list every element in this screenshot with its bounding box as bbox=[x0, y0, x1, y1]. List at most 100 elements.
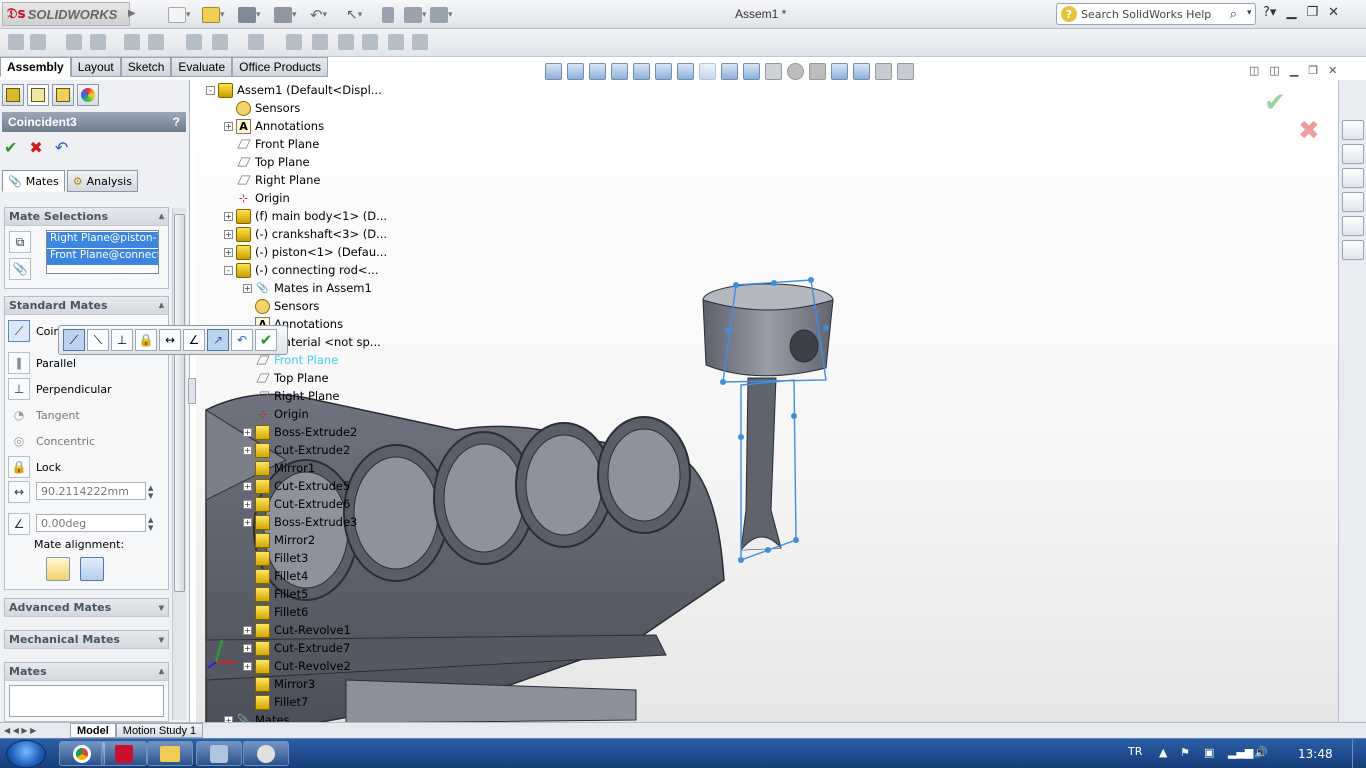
hide-show-items-icon[interactable] bbox=[765, 63, 782, 80]
show-desktop-button[interactable] bbox=[1352, 739, 1366, 768]
split-left-icon[interactable]: ◫ bbox=[1249, 64, 1259, 77]
back-view-icon[interactable] bbox=[589, 63, 606, 80]
isometric-view-icon[interactable] bbox=[699, 63, 716, 80]
bill-of-materials-icon[interactable] bbox=[312, 34, 328, 50]
tree-item[interactable]: + (-) crankshaft<3> (D... bbox=[206, 225, 406, 243]
mate-lock[interactable]: 🔒 Lock bbox=[8, 456, 61, 478]
tree-item[interactable]: + Cut-Extrude7 bbox=[206, 639, 406, 657]
tree-item[interactable]: + Cut-Extrude2 bbox=[206, 441, 406, 459]
tree-item[interactable]: + Cut-Extrude5 bbox=[206, 477, 406, 495]
mate-parallel[interactable]: ∥ Parallel bbox=[8, 352, 76, 374]
angle-icon[interactable]: ∠ bbox=[8, 513, 30, 535]
exploded-view-icon[interactable] bbox=[338, 34, 354, 50]
interference-detection-icon[interactable] bbox=[388, 34, 404, 50]
save-icon[interactable]: ▾ bbox=[238, 6, 261, 24]
angle-icon[interactable]: ∠ bbox=[183, 329, 205, 351]
solidworks-menu-button[interactable]: 𝔇ꜱ SOLIDWORKS bbox=[2, 2, 130, 26]
section-view-icon[interactable] bbox=[853, 63, 870, 80]
restore-icon[interactable]: ❐ bbox=[1306, 5, 1318, 20]
select-arrow-icon[interactable]: ↖ ▾ bbox=[346, 6, 362, 24]
smart-fasteners-icon[interactable] bbox=[124, 34, 140, 50]
tree-item[interactable]: + 📎 Mates in Assem1 bbox=[206, 279, 406, 297]
distance-spinner-icon[interactable]: ▲ ▼ bbox=[148, 484, 153, 500]
tree-item[interactable]: + Boss-Extrude2 bbox=[206, 423, 406, 441]
tree-item[interactable]: + Cut-Revolve2 bbox=[206, 657, 406, 675]
tile-views-icon[interactable] bbox=[875, 63, 892, 80]
tree-item[interactable]: Mirror3 bbox=[206, 675, 406, 693]
tab-mates[interactable]: 📎 Mates bbox=[2, 170, 65, 192]
feature-manager-tab-icon[interactable] bbox=[2, 84, 24, 106]
file-properties-icon[interactable]: ▾ bbox=[404, 6, 427, 24]
previous-view-icon[interactable] bbox=[897, 63, 914, 80]
solidworks-resources-icon[interactable] bbox=[1342, 120, 1364, 140]
left-view-icon[interactable] bbox=[611, 63, 628, 80]
tree-item[interactable]: Mirror1 bbox=[206, 459, 406, 477]
undo-icon[interactable]: ↶ bbox=[231, 329, 253, 351]
tree-item[interactable]: Fillet4 bbox=[206, 567, 406, 585]
confirm-ok-icon[interactable]: ✔ bbox=[1264, 88, 1286, 118]
cancel-x-icon[interactable]: ✖ bbox=[29, 138, 42, 157]
tree-item[interactable]: Fillet5 bbox=[206, 585, 406, 603]
tree-item[interactable]: + Cut-Extrude6 bbox=[206, 495, 406, 513]
tree-item[interactable]: Right Plane bbox=[206, 171, 406, 189]
search-help-field[interactable]: ? Search SolidWorks Help ⌕ bbox=[1056, 3, 1256, 25]
tab-office-products[interactable]: Office Products bbox=[232, 57, 328, 77]
expand-icon[interactable]: + bbox=[243, 445, 252, 455]
volume-icon[interactable]: 🔊 bbox=[1254, 746, 1268, 759]
tree-item[interactable]: + Cut-Revolve1 bbox=[206, 621, 406, 639]
collapse-icon[interactable]: - bbox=[224, 265, 233, 275]
explorer-taskbar-icon[interactable] bbox=[147, 741, 193, 766]
tree-item[interactable]: Top Plane bbox=[206, 369, 406, 387]
expand-icon[interactable]: ⩔ bbox=[159, 603, 164, 613]
tab-analysis[interactable]: ⚙ Analysis bbox=[66, 170, 138, 192]
display-style-icon[interactable] bbox=[743, 63, 760, 80]
mates-header[interactable]: Mates ⩓ bbox=[5, 663, 168, 681]
tree-item[interactable]: + (-) piston<1> (Defau... bbox=[206, 243, 406, 261]
options-icon[interactable]: ▾ bbox=[430, 6, 453, 24]
chrome-taskbar-icon[interactable] bbox=[59, 741, 105, 766]
custom-properties-icon[interactable] bbox=[1342, 240, 1364, 260]
selection-item[interactable]: Right Plane@piston-1@ bbox=[47, 232, 158, 248]
search-icon[interactable]: ⌕ bbox=[1230, 7, 1237, 22]
new-document-icon[interactable]: ▾ bbox=[168, 6, 191, 24]
show-hidden-icons-icon[interactable]: ▲ bbox=[1159, 746, 1167, 759]
viewport-close-icon[interactable]: ✕ bbox=[1328, 64, 1337, 77]
angle-input[interactable]: 0.00deg bbox=[36, 514, 146, 532]
tree-item[interactable]: Sensors bbox=[206, 99, 406, 117]
tree-item[interactable]: ⊹ Origin bbox=[206, 189, 406, 207]
mechanical-mates-group[interactable]: Mechanical Mates ⩔ bbox=[4, 630, 169, 649]
expand-icon[interactable]: + bbox=[224, 211, 233, 221]
advanced-mates-header[interactable]: Advanced Mates ⩔ bbox=[5, 599, 168, 617]
expand-icon[interactable]: + bbox=[243, 625, 252, 635]
solidworks-taskbar-icon[interactable] bbox=[101, 741, 147, 766]
tab-scroll-arrows-icon[interactable]: ◀ ◀ ▶ ▶ bbox=[0, 726, 70, 735]
collapse-icon[interactable]: - bbox=[206, 85, 215, 95]
move-component-icon[interactable] bbox=[148, 34, 164, 50]
network-icon[interactable]: ▂▄▆ bbox=[1228, 746, 1253, 759]
language-indicator[interactable]: TR bbox=[1128, 745, 1142, 758]
action-center-flag-icon[interactable]: ⚑ bbox=[1180, 746, 1190, 759]
property-manager-tab-icon[interactable] bbox=[27, 84, 49, 106]
rebuild-icon[interactable] bbox=[382, 6, 394, 24]
apply-scene-icon[interactable] bbox=[809, 63, 826, 80]
property-manager-scrollbar[interactable] bbox=[172, 208, 186, 720]
expand-icon[interactable]: + bbox=[243, 427, 252, 437]
view-settings-icon[interactable] bbox=[831, 63, 848, 80]
expand-icon[interactable]: + bbox=[224, 121, 233, 131]
new-motion-study-icon[interactable] bbox=[286, 34, 302, 50]
collapse-icon[interactable]: ⩓ bbox=[159, 212, 164, 222]
explode-line-sketch-icon[interactable] bbox=[362, 34, 378, 50]
app-taskbar-icon[interactable] bbox=[196, 741, 242, 766]
top-view-icon[interactable] bbox=[655, 63, 672, 80]
zoom-to-fit-icon[interactable] bbox=[545, 63, 562, 80]
viewport-restore-icon[interactable]: ❐ bbox=[1308, 64, 1318, 77]
help-icon[interactable]: ?▾ bbox=[1263, 5, 1276, 20]
mate-tangent[interactable]: ◔ Tangent bbox=[8, 404, 80, 426]
tree-item[interactable]: Top Plane bbox=[206, 153, 406, 171]
tab-motion-study[interactable]: Motion Study 1 bbox=[115, 723, 204, 738]
menu-expand-icon[interactable]: ▶ bbox=[128, 8, 136, 19]
mate-concentric[interactable]: ◎ Concentric bbox=[8, 430, 95, 452]
tree-item[interactable]: + (f) main body<1> (D... bbox=[206, 207, 406, 225]
tree-item[interactable]: + A Annotations bbox=[206, 117, 406, 135]
tree-item[interactable]: - Assem1 (Default<Displ... bbox=[206, 81, 406, 99]
